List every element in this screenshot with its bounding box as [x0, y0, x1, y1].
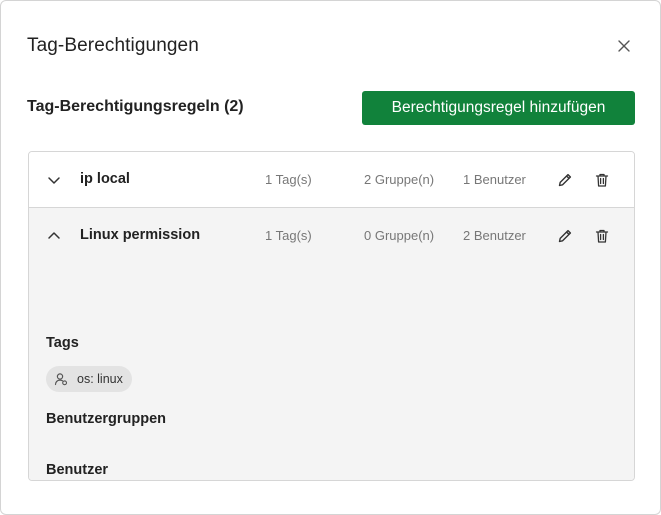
rule-name: Linux permission [80, 227, 201, 243]
rule-tag-count: 1 Tag(s) [265, 228, 312, 243]
detail-users-heading: Benutzer [46, 462, 109, 478]
pencil-icon [558, 229, 572, 243]
rules-list: ip local 1 Tag(s) 2 Gruppe(n) 1 Benutzer… [28, 151, 635, 481]
rule-tag-count: 1 Tag(s) [265, 172, 312, 187]
rule-name: ip local [80, 171, 130, 187]
dialog-title: Tag-Berechtigungen [27, 35, 199, 56]
close-icon [618, 40, 630, 52]
pencil-icon [558, 173, 572, 187]
chevron-down-icon[interactable] [46, 172, 62, 188]
trash-icon [595, 173, 609, 187]
add-permission-rule-button[interactable]: Berechtigungsregel hinzufügen [362, 91, 635, 125]
edit-rule-button[interactable] [555, 170, 575, 190]
tag-permissions-dialog: Tag-Berechtigungen Tag-Berechtigungsrege… [0, 0, 661, 515]
delete-rule-button[interactable] [592, 170, 612, 190]
detail-tags-heading: Tags [46, 335, 79, 351]
rule-row-linux-permission[interactable]: Linux permission 1 Tag(s) 0 Gruppe(n) 2 … [29, 208, 634, 264]
rule-group-count: 0 Gruppe(n) [364, 228, 435, 243]
trash-icon [595, 229, 609, 243]
tag-chip: os: linux [46, 366, 132, 392]
rule-user-count: 1 Benutzer [463, 172, 526, 187]
edit-rule-button[interactable] [555, 226, 575, 246]
close-button[interactable] [613, 35, 635, 57]
delete-rule-button[interactable] [592, 226, 612, 246]
chevron-up-icon[interactable] [46, 228, 62, 244]
detail-groups-heading: Benutzergruppen [46, 411, 167, 427]
rule-group-count: 2 Gruppe(n) [364, 172, 435, 187]
rules-heading: Tag-Berechtigungsregeln (2) [27, 98, 244, 115]
rule-row-ip-local[interactable]: ip local 1 Tag(s) 2 Gruppe(n) 1 Benutzer [29, 152, 634, 208]
user-tag-icon [54, 373, 68, 386]
tag-chip-label: os: linux [77, 372, 123, 386]
rule-user-count: 2 Benutzer [463, 228, 526, 243]
